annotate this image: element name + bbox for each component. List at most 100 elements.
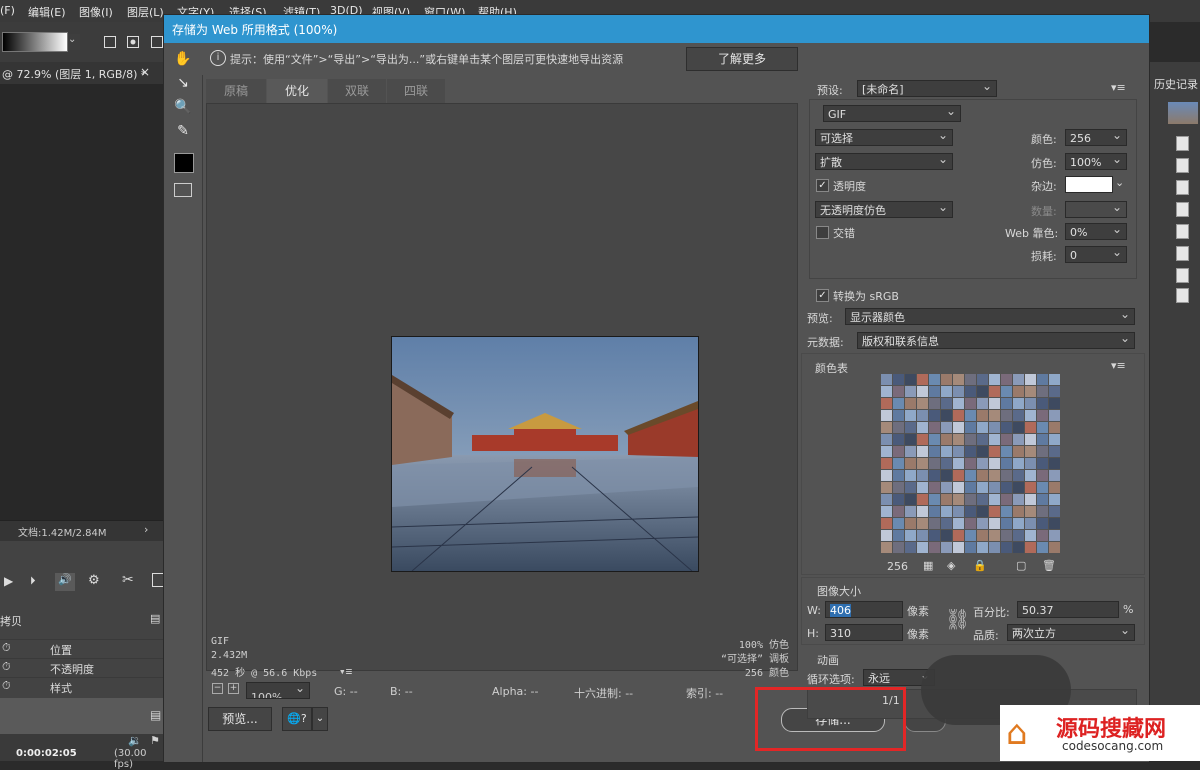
transparency-map-icon[interactable]: ▦ [923,559,933,572]
metadata-select[interactable]: 版权和联系信息 [857,332,1135,349]
tab-2up[interactable]: 双联 [328,79,386,103]
palette-swatch[interactable] [1037,470,1048,481]
palette-swatch[interactable] [989,374,1000,385]
palette-swatch[interactable] [965,494,976,505]
palette-swatch[interactable] [1013,398,1024,409]
palette-swatch[interactable] [1025,422,1036,433]
palette-swatch[interactable] [893,374,904,385]
palette-swatch[interactable] [1037,434,1048,445]
palette-swatch[interactable] [977,518,988,529]
browser-preview-icon[interactable]: 🌐? [282,707,312,731]
palette-swatch[interactable] [917,398,928,409]
menu-layer[interactable]: 图层(L) [127,4,164,20]
stopwatch-icon[interactable]: ⏱ [2,679,11,693]
palette-swatch[interactable] [881,530,892,541]
dialog-titlebar[interactable]: 存储为 Web 所用格式 (100%) [164,15,1149,43]
palette-swatch[interactable] [989,386,1000,397]
color-table-menu-icon[interactable]: ▾≡ [1111,359,1126,372]
palette-swatch[interactable] [953,530,964,541]
palette-swatch[interactable] [941,458,952,469]
palette-swatch[interactable] [905,494,916,505]
palette-swatch[interactable] [977,494,988,505]
preview-pane[interactable]: GIF 2.432M 452 秒 @ 56.6 Kbps ▾≡ 100% 仿色 … [206,103,798,679]
palette-swatch[interactable] [917,434,928,445]
palette-swatch[interactable] [953,386,964,397]
palette-swatch[interactable] [881,410,892,421]
palette-swatch[interactable] [905,422,916,433]
palette-swatch[interactable] [989,482,1000,493]
palette-swatch[interactable] [917,542,928,553]
palette-swatch[interactable] [881,422,892,433]
menu-edit[interactable]: 编辑(E) [28,4,66,20]
eyedropper-color-swatch[interactable] [174,153,194,173]
palette-swatch[interactable] [977,386,988,397]
interlaced-checkbox[interactable] [816,226,829,239]
zoom-tool-icon[interactable]: 🔍 [172,97,194,117]
palette-swatch[interactable] [1037,410,1048,421]
palette-swatch[interactable] [1013,470,1024,481]
palette-swatch[interactable] [1049,530,1060,541]
palette-swatch[interactable] [893,470,904,481]
palette-swatch[interactable] [1025,386,1036,397]
palette-swatch[interactable] [953,410,964,421]
audio-icon[interactable]: 🔊 [55,573,75,591]
palette-swatch[interactable] [1013,494,1024,505]
new-color-icon[interactable]: ▢ [1016,559,1026,572]
palette-swatch[interactable] [1025,398,1036,409]
palette-swatch[interactable] [1001,506,1012,517]
palette-swatch[interactable] [917,458,928,469]
timeline-row[interactable]: ⏱ 不透明度 [0,658,163,677]
palette-swatch[interactable] [1001,434,1012,445]
document-icon[interactable] [1176,136,1189,151]
palette-swatch[interactable] [881,494,892,505]
palette-swatch[interactable] [977,530,988,541]
palette-swatch[interactable] [989,398,1000,409]
palette-swatch[interactable] [989,470,1000,481]
palette-swatch[interactable] [941,482,952,493]
palette-swatch[interactable] [1013,410,1024,421]
palette-swatch[interactable] [893,542,904,553]
height-field[interactable]: 310 [825,624,903,641]
palette-swatch[interactable] [977,458,988,469]
palette-swatch[interactable] [953,494,964,505]
palette-swatch[interactable] [1037,398,1048,409]
palette-swatch[interactable] [977,506,988,517]
chevron-right-icon[interactable]: › [144,523,148,536]
palette-swatch[interactable] [965,518,976,529]
palette-swatch[interactable] [1049,386,1060,397]
palette-swatch[interactable] [1013,422,1024,433]
palette-swatch[interactable] [893,386,904,397]
palette-swatch[interactable] [881,482,892,493]
preview-mode-select[interactable]: 显示器颜色 [845,308,1135,325]
palette-swatch[interactable] [929,494,940,505]
palette-swatch[interactable] [1001,494,1012,505]
palette-swatch[interactable] [941,446,952,457]
palette-swatch[interactable] [989,434,1000,445]
palette-swatch[interactable] [1013,530,1024,541]
palette-swatch[interactable] [1049,374,1060,385]
palette-swatch[interactable] [881,386,892,397]
gradient-dropdown-icon[interactable]: ⌄ [68,34,80,50]
palette-swatch[interactable] [965,374,976,385]
palette-swatch[interactable] [1001,458,1012,469]
palette-swatch[interactable] [893,482,904,493]
colors-select[interactable]: 256 [1065,129,1127,146]
hand-tool-icon[interactable]: ✋ [172,49,194,69]
lock-icon[interactable]: 🔒 [973,559,987,572]
palette-swatch[interactable] [965,446,976,457]
palette-swatch[interactable] [965,386,976,397]
palette-swatch[interactable] [965,530,976,541]
palette-swatch[interactable] [917,410,928,421]
palette-swatch[interactable] [941,542,952,553]
palette-swatch[interactable] [977,398,988,409]
palette-swatch[interactable] [893,422,904,433]
palette-swatch[interactable] [1049,482,1060,493]
palette-swatch[interactable] [1037,374,1048,385]
palette-swatch[interactable] [965,434,976,445]
palette-swatch[interactable] [905,458,916,469]
palette-swatch[interactable] [929,398,940,409]
palette-swatch[interactable] [977,482,988,493]
timeline-row[interactable]: 拷贝 ▤ [0,611,163,629]
scissors-icon[interactable]: ✂ [122,572,134,588]
gradient-swatch[interactable] [2,32,68,52]
